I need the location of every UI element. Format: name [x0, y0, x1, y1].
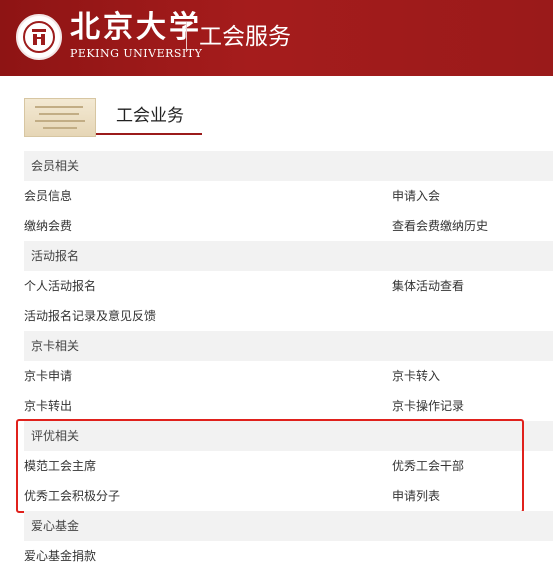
service-row: 个人活动报名 集体活动查看: [24, 271, 553, 301]
section-title: 工会业务: [116, 106, 184, 126]
category-label: 京卡相关: [31, 339, 80, 353]
service-link[interactable]: 爱心基金捐款: [24, 541, 96, 571]
service-link[interactable]: 申请入会: [392, 181, 440, 211]
header-divider: [186, 22, 187, 52]
category-label: 爱心基金: [31, 519, 80, 533]
category-label: 会员相关: [31, 159, 80, 173]
university-logo-english[interactable]: PEKING UNIVERSITY: [70, 47, 202, 60]
category-header: 活动报名: [24, 241, 553, 271]
service-link[interactable]: 京卡转出: [24, 391, 72, 421]
section-thumbnail-image: [24, 98, 96, 137]
service-link[interactable]: 个人活动报名: [24, 271, 96, 301]
service-row: 京卡转出 京卡操作记录: [24, 391, 553, 421]
section-title-underline: [96, 133, 202, 135]
category-header: 京卡相关: [24, 331, 553, 361]
service-link[interactable]: 缴纳会费: [24, 211, 72, 241]
category-label: 活动报名: [31, 249, 80, 263]
service-row: 爱心基金捐款: [24, 541, 553, 571]
service-row: 活动报名记录及意见反馈: [24, 301, 553, 331]
service-link[interactable]: 会员信息: [24, 181, 72, 211]
category-header: 会员相关: [24, 151, 553, 181]
site-title[interactable]: 工会服务: [199, 21, 291, 53]
service-link[interactable]: 活动报名记录及意见反馈: [24, 301, 156, 331]
university-logo-chinese[interactable]: 北京大学: [70, 10, 202, 46]
service-link[interactable]: 京卡转入: [392, 361, 440, 391]
seal-glyph-icon: [32, 29, 46, 45]
service-link[interactable]: 京卡操作记录: [392, 391, 464, 421]
service-link[interactable]: 集体活动查看: [392, 271, 464, 301]
highlight-box: [16, 419, 524, 513]
service-link[interactable]: 京卡申请: [24, 361, 72, 391]
service-link[interactable]: 查看会费缴纳历史: [392, 211, 488, 241]
service-row: 缴纳会费 查看会费缴纳历史: [24, 211, 553, 241]
service-row: 会员信息 申请入会: [24, 181, 553, 211]
university-seal-icon[interactable]: [16, 14, 62, 60]
site-header: 北京大学 PEKING UNIVERSITY 工会服务: [0, 0, 553, 76]
service-row: 京卡申请 京卡转入: [24, 361, 553, 391]
category-header: 爱心基金: [24, 511, 553, 541]
